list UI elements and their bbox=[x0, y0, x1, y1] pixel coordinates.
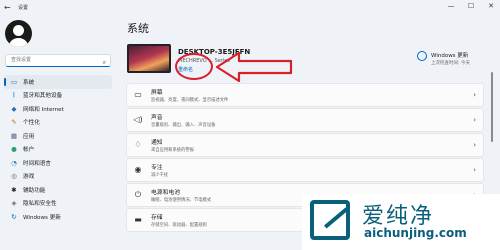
sidebar-item[interactable]: ↻ Windows 更新 bbox=[4, 210, 112, 224]
settings-card-subtitle: 来自应用和系统的警报 bbox=[151, 147, 194, 153]
display-icon: ▭ bbox=[134, 90, 142, 100]
title-bar: ← 设置 — ☐ ✕ bbox=[0, 0, 500, 16]
settings-card-text: 通知 来自应用和系统的警报 bbox=[151, 137, 194, 153]
clock-globe-icon: ◔ bbox=[11, 158, 17, 167]
sidebar-item-label: 时间和语言 bbox=[23, 160, 51, 167]
settings-card-text: 专注 减少干扰 bbox=[151, 162, 168, 178]
back-arrow-icon[interactable]: ← bbox=[4, 4, 14, 12]
settings-card-title: 专注 bbox=[151, 164, 163, 171]
update-icon: ↻ bbox=[11, 212, 17, 221]
avatar[interactable] bbox=[5, 20, 32, 47]
sidebar-item-label: 应用 bbox=[23, 133, 35, 140]
sidebar-item-label: 隐私和安全性 bbox=[23, 201, 57, 208]
bell-icon: ♢ bbox=[134, 140, 142, 150]
chevron-right-icon: › bbox=[473, 91, 476, 99]
sidebar-nav: ▭ 系统 ᛒ 蓝牙和其他设备 ◆ 网络和 Internet ✎ 个性化 ▦ 应用 ● 帐户 ◔ 时间和语言… bbox=[4, 75, 112, 224]
power-icon: ⏻ bbox=[134, 189, 142, 199]
window-title: 设置 bbox=[18, 5, 29, 11]
windows-update-icon bbox=[417, 51, 427, 61]
chevron-right-icon: › bbox=[473, 116, 476, 124]
page-title: 系统 bbox=[127, 22, 149, 35]
settings-card-text: 屏幕 监视器、亮度、夜间模式、显示描述文件 bbox=[151, 87, 228, 103]
accessibility-icon: ✱ bbox=[11, 185, 17, 194]
settings-card[interactable]: ◉ 专注 减少干扰 › bbox=[126, 158, 484, 182]
apps-icon: ▦ bbox=[10, 131, 18, 140]
sidebar-item[interactable]: ◎ 游戏 bbox=[4, 170, 112, 184]
window-controls: — ☐ ✕ bbox=[446, 2, 496, 10]
chevron-right-icon: › bbox=[473, 141, 476, 149]
settings-card[interactable]: ◁) 声音 音量级别、输出、输入、声音设备 › bbox=[126, 108, 484, 132]
watermark-logo-icon bbox=[310, 200, 350, 240]
settings-card-title: 存储 bbox=[151, 214, 163, 221]
maximize-icon[interactable]: ☐ bbox=[466, 2, 476, 10]
annotation-arrow-icon bbox=[215, 51, 293, 83]
sidebar-item-label: 游戏 bbox=[23, 174, 35, 181]
watermark: 爱纯净 aichunjing.com bbox=[302, 194, 500, 250]
bluetooth-icon: ᛒ bbox=[12, 91, 16, 100]
settings-card[interactable]: ▭ 屏幕 监视器、亮度、夜间模式、显示描述文件 › bbox=[126, 83, 484, 107]
windows-update-status[interactable]: Windows 更新 上次检查时间: 今天 bbox=[417, 51, 470, 66]
annotation-circle bbox=[175, 53, 213, 80]
sidebar-item[interactable]: ◈ 隐私和安全性 bbox=[4, 197, 112, 211]
windows-update-status-text: 上次检查时间: 今天 bbox=[431, 61, 470, 66]
minimize-icon[interactable]: — bbox=[446, 2, 456, 10]
gamepad-icon: ◎ bbox=[11, 172, 17, 181]
settings-card-text: 电源和电池 睡眠、电池使用情况、节电模式 bbox=[151, 187, 211, 203]
settings-card-title: 电源和电池 bbox=[151, 189, 180, 196]
search-input[interactable]: 查找设置 ⌕ bbox=[5, 54, 111, 67]
sidebar-item[interactable]: ● 帐户 bbox=[4, 143, 112, 157]
chevron-right-icon: › bbox=[473, 166, 476, 174]
sidebar-item[interactable]: ▭ 系统 bbox=[4, 75, 112, 89]
storage-icon: ▬ bbox=[134, 215, 142, 225]
sidebar-item[interactable]: ▦ 应用 bbox=[4, 129, 112, 143]
settings-card-title: 声音 bbox=[151, 114, 163, 121]
sidebar-item[interactable]: ◔ 时间和语言 bbox=[4, 156, 112, 170]
sidebar-item-label: Windows 更新 bbox=[23, 214, 61, 221]
focus-icon: ◉ bbox=[134, 165, 142, 175]
settings-card-subtitle: 存储空间、驱动器、配置规则 bbox=[151, 222, 207, 228]
sidebar-item[interactable]: ✎ 个性化 bbox=[4, 116, 112, 130]
wifi-icon: ◆ bbox=[11, 104, 17, 113]
windows-update-title: Windows 更新 bbox=[431, 53, 469, 59]
settings-card-subtitle: 睡眠、电池使用情况、节电模式 bbox=[151, 197, 212, 203]
search-icon: ⌕ bbox=[102, 59, 106, 66]
sidebar-item[interactable]: ✱ 辅助功能 bbox=[4, 183, 112, 197]
search-placeholder: 查找设置 bbox=[11, 57, 32, 63]
settings-card-text: 声音 音量级别、输出、输入、声音设备 bbox=[151, 112, 215, 128]
monitor-icon: ▭ bbox=[10, 77, 18, 86]
person-icon: ● bbox=[11, 145, 17, 154]
speaker-icon: ◁) bbox=[133, 115, 143, 125]
settings-card-subtitle: 减少干扰 bbox=[151, 172, 169, 178]
settings-card-text: 存储 存储空间、驱动器、配置规则 bbox=[151, 212, 207, 228]
watermark-url: aichunjing.com bbox=[364, 226, 467, 240]
sidebar-item-label: 帐户 bbox=[23, 147, 35, 154]
brush-icon: ✎ bbox=[11, 118, 17, 127]
shield-icon: ◈ bbox=[11, 199, 17, 208]
sidebar: 查找设置 ⌕ ▭ 系统 ᛒ 蓝牙和其他设备 ◆ 网络和 Internet ✎ 个性化 ▦ 应用 ● 帐… bbox=[0, 16, 118, 250]
sidebar-item-label: 蓝牙和其他设备 bbox=[23, 93, 63, 100]
settings-card-subtitle: 音量级别、输出、输入、声音设备 bbox=[151, 122, 216, 128]
sidebar-item-label: 辅助功能 bbox=[23, 187, 46, 194]
sidebar-item-label: 系统 bbox=[23, 79, 35, 86]
settings-card-title: 通知 bbox=[151, 139, 163, 146]
settings-card[interactable]: ♢ 通知 来自应用和系统的警报 › bbox=[126, 133, 484, 157]
user-profile[interactable] bbox=[5, 20, 32, 47]
sidebar-item-label: 个性化 bbox=[23, 120, 40, 127]
settings-card-subtitle: 监视器、亮度、夜间模式、显示描述文件 bbox=[151, 97, 229, 103]
scrollbar[interactable] bbox=[491, 72, 493, 142]
settings-card-title: 屏幕 bbox=[151, 89, 163, 96]
sidebar-item[interactable]: ᛒ 蓝牙和其他设备 bbox=[4, 89, 112, 103]
close-icon[interactable]: ✕ bbox=[486, 2, 496, 10]
sidebar-item[interactable]: ◆ 网络和 Internet bbox=[4, 102, 112, 116]
desktop-wallpaper-thumbnail bbox=[127, 44, 171, 73]
sidebar-item-label: 网络和 Internet bbox=[23, 106, 64, 113]
